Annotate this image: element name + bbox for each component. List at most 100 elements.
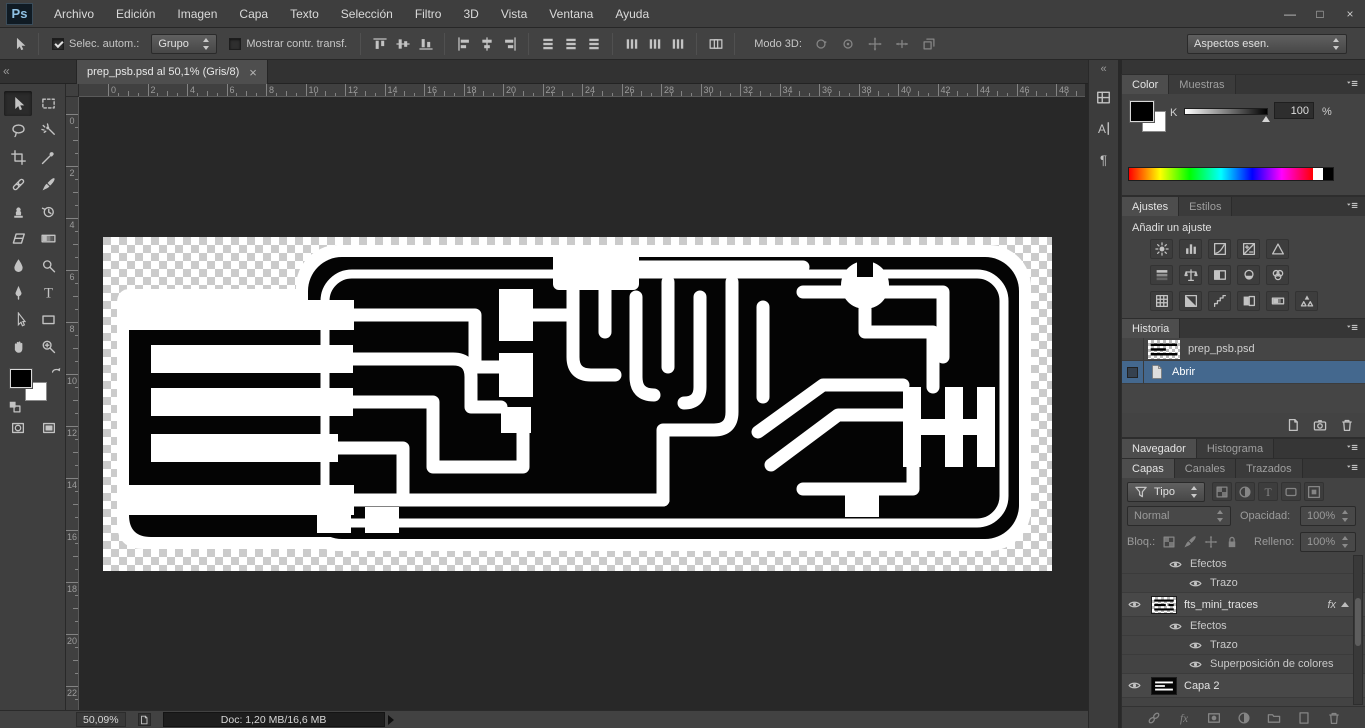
history-brush-tool[interactable] <box>34 199 62 224</box>
vertical-ruler[interactable]: 0 2 4 6 8 10 12 14 16 18 20 22 <box>66 97 79 710</box>
color-balance-adjustment-button[interactable] <box>1179 265 1202 285</box>
menu-capa[interactable]: Capa <box>228 0 279 28</box>
panel-menu-button[interactable] <box>1345 322 1361 335</box>
smart-filter-button[interactable] <box>1304 482 1324 501</box>
hue-saturation-adjustment-button[interactable] <box>1150 265 1173 285</box>
3d-orbit-button[interactable] <box>810 32 833 55</box>
layer-row-efectos[interactable]: Efectos <box>1122 617 1365 636</box>
status-flyout-arrow-icon[interactable] <box>387 714 394 725</box>
selective-color-adjustment-button[interactable] <box>1295 291 1318 311</box>
dist-right-button[interactable] <box>666 32 689 55</box>
minimize-button[interactable]: — <box>1275 0 1305 28</box>
type-filter-button[interactable]: T <box>1258 482 1278 501</box>
tab-navegador[interactable]: Navegador <box>1122 439 1197 458</box>
panel-grid-button[interactable] <box>1092 85 1116 109</box>
dist-top-button[interactable] <box>536 32 559 55</box>
visibility-toggle[interactable] <box>1188 577 1203 590</box>
zoom-tool[interactable] <box>34 334 62 359</box>
adjustment-filter-button[interactable] <box>1235 482 1255 501</box>
brush-tool[interactable] <box>34 172 62 197</box>
align-bottom-button[interactable] <box>414 32 437 55</box>
layer-row-fts-mini-traces[interactable]: fts_mini_traces fx <box>1122 593 1365 617</box>
path-select-tool[interactable] <box>4 307 32 332</box>
tab-estilos[interactable]: Estilos <box>1179 197 1233 216</box>
layer-mask-button[interactable] <box>1204 709 1224 727</box>
panel-menu-button[interactable] <box>1345 442 1361 455</box>
collapse-effects-icon[interactable] <box>1341 602 1349 607</box>
close-button[interactable]: × <box>1335 0 1365 28</box>
menu-seleccion[interactable]: Selección <box>330 0 404 28</box>
lock-position-button[interactable] <box>1202 533 1219 550</box>
layer-row-superposicion-de-colores[interactable]: Superposición de colores <box>1122 655 1365 674</box>
scrollbar-thumb[interactable] <box>1355 598 1361 646</box>
fill-dropdown[interactable]: 100% <box>1300 532 1356 552</box>
collapse-toolbar-icon[interactable]: « <box>3 64 10 78</box>
panel-menu-button[interactable] <box>1345 78 1361 91</box>
ruler-origin-corner[interactable] <box>66 84 79 97</box>
visibility-toggle[interactable] <box>1188 639 1203 652</box>
history-item-prep-psb-psd[interactable]: prep_psb.psd <box>1122 337 1365 361</box>
auto-select-checkbox[interactable]: Selec. autom.: <box>52 37 139 50</box>
status-proxy-icon[interactable] <box>137 713 151 726</box>
threshold-adjustment-button[interactable] <box>1237 291 1260 311</box>
history-source-well[interactable] <box>1122 337 1144 361</box>
swap-colors-button[interactable] <box>50 366 64 380</box>
brightness-contrast-adjustment-button[interactable] <box>1150 239 1173 259</box>
layer-group-button[interactable] <box>1264 709 1284 727</box>
align-top-button[interactable] <box>368 32 391 55</box>
tab-muestras[interactable]: Muestras <box>1169 75 1236 94</box>
eraser-tool[interactable] <box>4 226 32 251</box>
menu-edicion[interactable]: Edición <box>105 0 166 28</box>
gradient-tool[interactable] <box>34 226 62 251</box>
panel-menu-button[interactable] <box>1345 200 1361 213</box>
visibility-toggle[interactable] <box>1188 658 1203 671</box>
crop-tool[interactable] <box>4 145 32 170</box>
curves-adjustment-button[interactable] <box>1208 239 1231 259</box>
3d-pan-button[interactable] <box>864 32 887 55</box>
layer-row-trazo[interactable]: Trazo <box>1122 636 1365 655</box>
lock-all-button[interactable] <box>1223 533 1240 550</box>
stamp-tool[interactable] <box>4 199 32 224</box>
slider-handle-icon[interactable] <box>1262 116 1270 122</box>
layer-thumbnail[interactable] <box>1151 676 1177 695</box>
layer-row-efectos[interactable]: Efectos <box>1122 555 1365 574</box>
wand-tool[interactable] <box>34 118 62 143</box>
dist-center-button[interactable] <box>643 32 666 55</box>
tab-trazados[interactable]: Trazados <box>1236 459 1303 478</box>
photo-filter-adjustment-button[interactable] <box>1237 265 1260 285</box>
restore-button[interactable]: □ <box>1305 0 1335 28</box>
lock-transparent-button[interactable] <box>1160 533 1177 550</box>
history-checkbox[interactable] <box>1127 366 1138 378</box>
levels-adjustment-button[interactable] <box>1179 239 1202 259</box>
foreground-color-swatch[interactable] <box>9 368 33 389</box>
document-tab[interactable]: prep_psb.psd al 50,1% (Gris/8) × <box>76 60 268 84</box>
menu-ayuda[interactable]: Ayuda <box>604 0 660 28</box>
align-left-button[interactable] <box>452 32 475 55</box>
new-layer-button[interactable] <box>1294 709 1314 727</box>
visibility-toggle[interactable] <box>1127 598 1142 611</box>
menu-ventana[interactable]: Ventana <box>538 0 604 28</box>
auto-align-button[interactable] <box>704 32 727 55</box>
auto-select-target-dropdown[interactable]: Grupo <box>151 33 218 54</box>
show-transform-checkbox[interactable]: Mostrar contr. transf. <box>229 37 347 50</box>
default-colors-button[interactable] <box>8 400 22 414</box>
screen-mode-button[interactable] <box>37 416 60 439</box>
menu-imagen[interactable]: Imagen <box>166 0 228 28</box>
paragraph-panel-button[interactable]: ¶ <box>1092 147 1116 171</box>
shape-filter-button[interactable] <box>1281 482 1301 501</box>
invert-adjustment-button[interactable] <box>1179 291 1202 311</box>
menu-filtro[interactable]: Filtro <box>404 0 453 28</box>
spectrum-black-swatch[interactable] <box>1323 168 1333 180</box>
layer-row-trazo[interactable]: Trazo <box>1122 574 1365 593</box>
layers-scrollbar[interactable] <box>1353 555 1363 705</box>
menu-3d[interactable]: 3D <box>452 0 489 28</box>
tab-color[interactable]: Color <box>1122 75 1170 94</box>
3d-slide-button[interactable] <box>891 32 914 55</box>
pen-tool[interactable] <box>4 280 32 305</box>
workspace-switcher[interactable]: Aspectos esen. <box>1187 33 1347 54</box>
lasso-tool[interactable] <box>4 118 32 143</box>
new-doc-from-state-button[interactable] <box>1283 416 1303 434</box>
align-center-button[interactable] <box>475 32 498 55</box>
adjustment-layer-button[interactable] <box>1234 709 1254 727</box>
spectrum-gradient[interactable] <box>1129 168 1313 180</box>
